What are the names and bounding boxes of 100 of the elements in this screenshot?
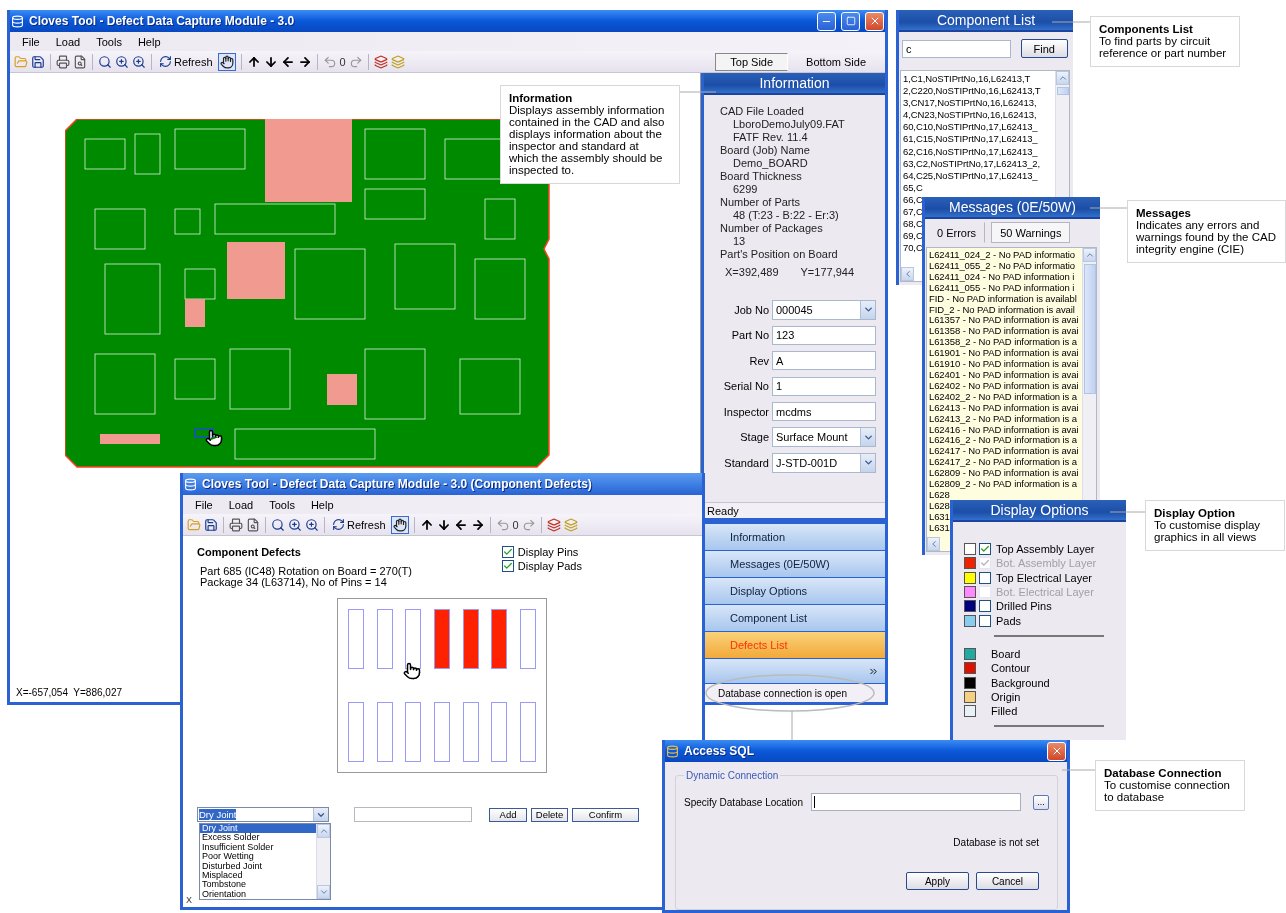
nav-button[interactable]: Information — [704, 524, 885, 551]
save-icon[interactable] — [204, 517, 218, 532]
nav-button[interactable]: Component List — [704, 605, 885, 632]
input-field[interactable] — [354, 807, 472, 822]
checkbox[interactable] — [979, 571, 991, 584]
callout-title: Database Connection — [1104, 767, 1223, 779]
dialog-button[interactable]: Cancel — [975, 872, 1039, 890]
dialog-button[interactable]: Apply — [905, 872, 969, 890]
list-item[interactable]: 65,C — [903, 181, 923, 194]
menu-item[interactable]: File — [187, 498, 221, 511]
zoom-in-icon[interactable] — [305, 517, 319, 532]
select-field[interactable]: Surface Mount — [772, 427, 876, 448]
color-swatch[interactable] — [964, 647, 976, 660]
color-swatch[interactable] — [964, 705, 976, 718]
list-item[interactable]: 66,C — [903, 193, 923, 207]
checkbox[interactable] — [501, 546, 514, 558]
list-item[interactable]: 4,CN23,NoSTIPrtNo,16,L62413, — [903, 109, 1037, 122]
close-button[interactable] — [865, 11, 884, 31]
color-swatch[interactable] — [964, 676, 976, 689]
list-item[interactable]: 3,CN17,NoSTIPrtNo,16,L62413, — [903, 97, 1037, 110]
maximize-button[interactable] — [841, 11, 860, 31]
dropdown-option[interactable]: Poor Wetting — [200, 852, 316, 862]
nav-button[interactable]: Display Options — [704, 578, 885, 605]
status-text: X — [186, 895, 192, 905]
layers-icon[interactable] — [373, 54, 388, 69]
refresh-button[interactable]: Refresh — [330, 518, 388, 531]
menu-item[interactable]: Load — [47, 35, 89, 48]
dropdown-option[interactable]: Dry Joint — [200, 824, 316, 834]
select-field[interactable]: J-STD-001D — [772, 452, 876, 473]
side-tab[interactable]: Top Side — [715, 52, 789, 71]
action-button[interactable]: Delete — [531, 807, 568, 822]
color-swatch[interactable] — [964, 662, 976, 675]
input-field[interactable]: 123 — [772, 325, 876, 345]
menu-item[interactable]: Load — [220, 498, 262, 511]
checkbox[interactable] — [979, 614, 991, 627]
arrow-down-icon[interactable] — [436, 517, 451, 532]
arrow-right-icon[interactable] — [297, 54, 312, 69]
checkbox[interactable] — [979, 543, 991, 556]
scrollbar-thumb[interactable] — [1083, 264, 1096, 394]
side-tab[interactable]: Bottom Side — [791, 52, 881, 71]
search-icon[interactable] — [98, 54, 112, 69]
scrollbar-thumb[interactable] — [1056, 87, 1069, 95]
arrow-left-icon[interactable] — [280, 54, 295, 69]
list-item[interactable]: 1,C1,NoSTIPrtNo,16,L62413,T — [903, 73, 1031, 86]
input-field[interactable]: A — [772, 351, 876, 371]
list-item[interactable]: 61,C15,NoSTIPrtNo,17,L62413_ — [903, 133, 1038, 146]
search-field[interactable]: c — [902, 39, 1011, 58]
checkbox[interactable] — [501, 560, 514, 572]
select-field[interactable]: 000045 — [772, 299, 876, 320]
action-button[interactable]: Confirm — [572, 807, 639, 822]
browse-button[interactable]: ... — [1032, 794, 1049, 810]
menu-item[interactable]: Tools — [261, 498, 303, 511]
list-item[interactable]: 67,C — [903, 206, 923, 219]
print-icon[interactable] — [229, 517, 243, 532]
search-icon[interactable] — [271, 517, 285, 532]
find-button[interactable]: Find — [1020, 39, 1068, 58]
menu-item[interactable]: Help — [302, 498, 342, 511]
zoom-in-icon[interactable] — [115, 54, 129, 69]
action-button[interactable]: Add — [489, 807, 527, 822]
refresh-button[interactable]: Refresh — [157, 55, 215, 68]
print-preview-icon[interactable] — [73, 54, 87, 69]
print-icon[interactable] — [56, 54, 70, 69]
dropdown-option[interactable]: Disturbed Joint — [200, 861, 316, 872]
hand-tool-button[interactable] — [217, 52, 236, 71]
menu-item[interactable]: File — [14, 35, 48, 48]
dropdown-option[interactable]: Insufficient Solder — [200, 842, 316, 853]
rotate-left-icon[interactable] — [495, 517, 510, 532]
minimize-button[interactable] — [817, 11, 836, 31]
arrow-up-icon[interactable] — [419, 517, 434, 532]
menu-item[interactable]: Help — [129, 35, 169, 48]
layers-icon[interactable] — [546, 517, 561, 532]
save-icon[interactable] — [31, 54, 45, 69]
list-item[interactable]: 64,C25,NoSTIPrtNo,17,L62413_ — [903, 169, 1038, 182]
list-item[interactable]: 69,C — [903, 230, 923, 243]
dropdown-option[interactable]: Excess Solder — [200, 833, 316, 843]
input-field[interactable]: mcdms — [772, 402, 876, 422]
hand-tool-button[interactable] — [390, 515, 409, 534]
list-item[interactable]: 63,C2,NoSTIPrtNo,17,L62413_2, — [903, 157, 1041, 170]
dropdown-option[interactable]: Orientation — [200, 889, 316, 900]
close-button[interactable] — [1047, 741, 1066, 761]
input-field[interactable] — [810, 793, 1021, 811]
list-item[interactable]: 70,C — [903, 242, 923, 255]
nav-button[interactable]: Messages (0E/50W) — [704, 551, 885, 578]
dropdown-option[interactable]: Misplaced — [200, 871, 316, 881]
menu-item[interactable]: Tools — [88, 35, 130, 48]
defect-type-dropdown[interactable]: Dry Joint — [197, 807, 329, 822]
color-swatch[interactable] — [964, 690, 976, 703]
messages-tab[interactable]: 0 Errors — [928, 222, 986, 243]
dropdown-option[interactable]: Tombstone — [200, 880, 316, 890]
checkbox[interactable] — [979, 600, 991, 613]
messages-tab[interactable]: 50 Warnings — [991, 222, 1071, 243]
print-preview-icon[interactable] — [246, 517, 260, 532]
input-field[interactable]: 1 — [772, 376, 876, 396]
zoom-in-icon[interactable] — [288, 517, 302, 532]
zoom-in-icon[interactable] — [132, 54, 146, 69]
list-item[interactable]: 62,C16,NoSTIPrtNo,17,L62413_ — [903, 145, 1038, 158]
list-item[interactable]: 68,C — [903, 218, 923, 231]
rotate-left-icon[interactable] — [322, 54, 337, 69]
list-item[interactable]: 2,C220,NoSTIPrtNo,16,L62413,T — [903, 85, 1041, 98]
list-item[interactable]: 60,C10,NoSTIPrtNo,17,L62413_ — [903, 121, 1038, 134]
